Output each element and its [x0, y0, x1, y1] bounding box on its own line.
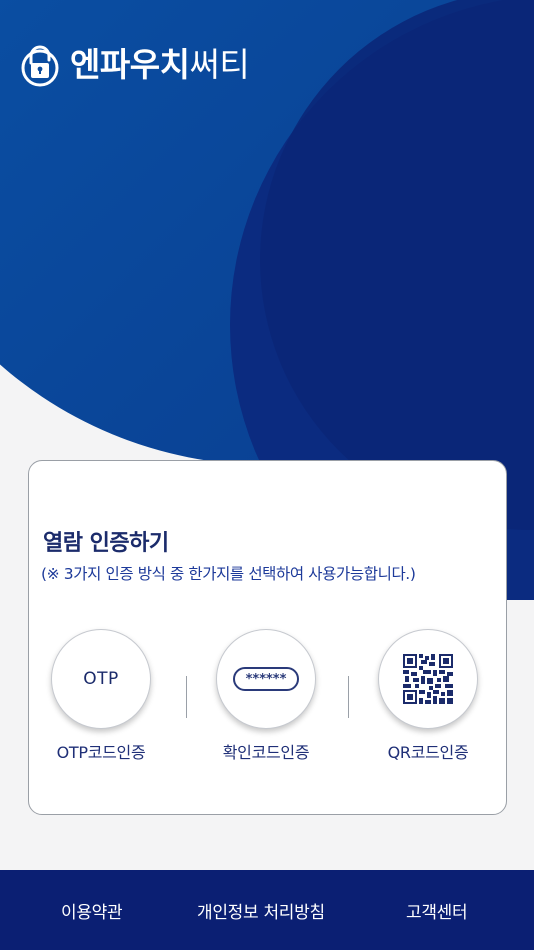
footer-link-support[interactable]: 고객센터	[406, 898, 468, 923]
otp-auth-button[interactable]: OTP OTP코드인증	[41, 629, 161, 763]
otp-auth-circle[interactable]: OTP	[51, 629, 151, 729]
card-subtitle: (※ 3가지 인증 방식 중 한가지를 선택하여 사용가능합니다.)	[41, 565, 416, 583]
padlock-icon	[21, 45, 59, 87]
footer-bar: 이용약관 개인정보 처리방침 고객센터	[0, 870, 534, 950]
otp-auth-label: OTP코드인증	[56, 743, 146, 762]
masked-code-icon: ******	[233, 667, 299, 691]
confirm-code-auth-circle[interactable]: ******	[216, 629, 316, 729]
qr-auth-label: QR코드인증	[387, 743, 469, 762]
method-divider	[186, 676, 187, 718]
qr-code-icon	[403, 654, 453, 704]
card-title: 열람 인증하기	[43, 531, 169, 556]
footer-link-terms[interactable]: 이용약관	[61, 898, 123, 923]
method-divider	[348, 676, 349, 718]
qr-auth-circle[interactable]	[378, 629, 478, 729]
confirm-code-auth-label: 확인코드인증	[222, 743, 310, 762]
brand-name-light: 써티	[189, 45, 250, 84]
footer-link-privacy[interactable]: 개인정보 처리방침	[197, 898, 325, 923]
brand-logo: 엔파우치써티	[18, 42, 250, 88]
brand-name-bold: 엔파우치	[70, 45, 190, 84]
otp-text-icon: OTP	[83, 669, 119, 689]
qr-auth-button[interactable]: QR코드인증	[368, 629, 488, 763]
auth-card: 열람 인증하기 (※ 3가지 인증 방식 중 한가지를 선택하여 사용가능합니다…	[28, 460, 507, 815]
confirm-code-auth-button[interactable]: ****** 확인코드인증	[206, 629, 326, 763]
brand-name: 엔파우치써티	[70, 43, 250, 87]
